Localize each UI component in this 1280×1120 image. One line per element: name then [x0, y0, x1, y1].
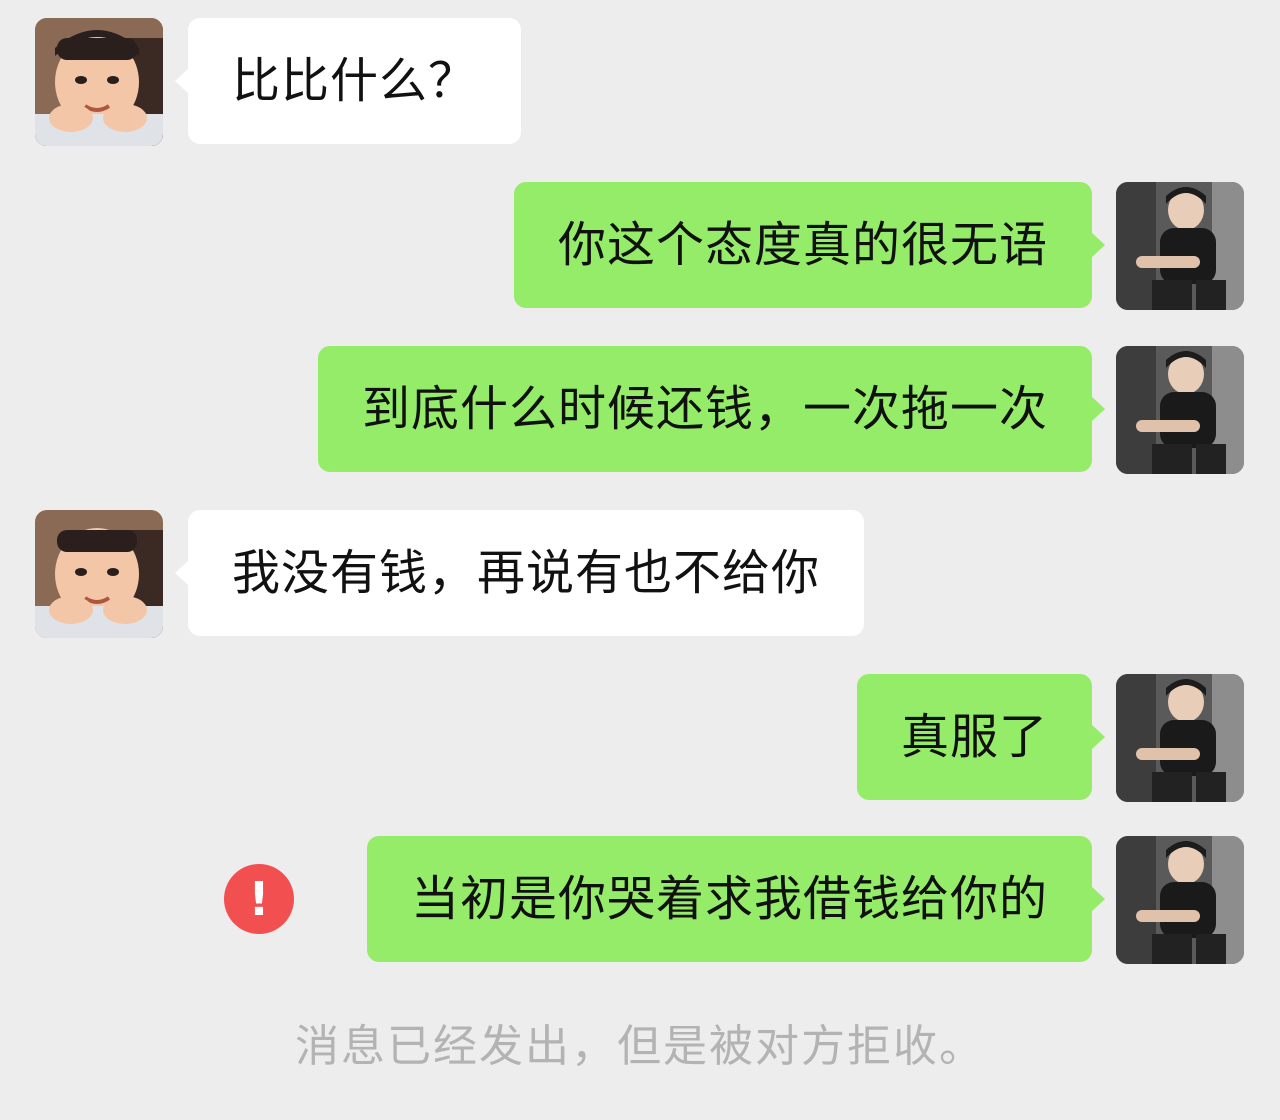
young-man-avatar-icon: [1116, 674, 1244, 802]
system-note: 消息已经发出，但是被对方拒收。: [295, 1021, 985, 1072]
self-avatar[interactable]: [1116, 346, 1244, 474]
message-bubble[interactable]: 我没有钱，再说有也不给你: [174, 510, 865, 636]
self-avatar[interactable]: [1116, 182, 1244, 310]
contact-avatar[interactable]: [35, 18, 163, 146]
young-man-avatar-icon: [1116, 182, 1244, 310]
child-face-avatar-icon: [35, 510, 163, 638]
message-row-received: 比比什么？: [0, 18, 1280, 146]
message-text: 当初是你哭着求我借钱给你的: [410, 871, 1048, 927]
message-bubble[interactable]: 到底什么时候还钱，一次拖一次: [317, 346, 1106, 472]
chat-window: 比比什么？ 你这个态度真的很无语 到底什么时候还钱，一次拖一次 我没有钱，再说有…: [0, 0, 1280, 1120]
message-text: 我没有钱，再说有也不给你: [232, 545, 821, 601]
message-text: 比比什么？: [232, 53, 478, 109]
child-face-avatar-icon: [35, 18, 163, 146]
message-row-sent: ! 当初是你哭着求我借钱给你的: [0, 836, 1280, 964]
contact-avatar[interactable]: [35, 510, 163, 638]
self-avatar[interactable]: [1116, 674, 1244, 802]
send-failed-icon[interactable]: !: [224, 864, 294, 934]
message-row-sent: 到底什么时候还钱，一次拖一次: [0, 346, 1280, 474]
message-text: 到底什么时候还钱，一次拖一次: [361, 381, 1048, 437]
message-row-sent: 真服了: [0, 674, 1280, 802]
young-man-avatar-icon: [1116, 346, 1244, 474]
message-row-sent: 你这个态度真的很无语: [0, 182, 1280, 310]
message-bubble[interactable]: 你这个态度真的很无语: [513, 182, 1106, 308]
self-avatar[interactable]: [1116, 836, 1244, 964]
message-bubble[interactable]: 比比什么？: [174, 18, 522, 144]
young-man-avatar-icon: [1116, 836, 1244, 964]
error-glyph: !: [248, 872, 270, 926]
message-bubble[interactable]: 真服了: [856, 674, 1106, 800]
message-row-received: 我没有钱，再说有也不给你: [0, 510, 1280, 638]
message-text: 真服了: [900, 709, 1048, 765]
message-bubble[interactable]: 当初是你哭着求我借钱给你的: [366, 836, 1106, 962]
message-text: 你这个态度真的很无语: [557, 217, 1048, 273]
